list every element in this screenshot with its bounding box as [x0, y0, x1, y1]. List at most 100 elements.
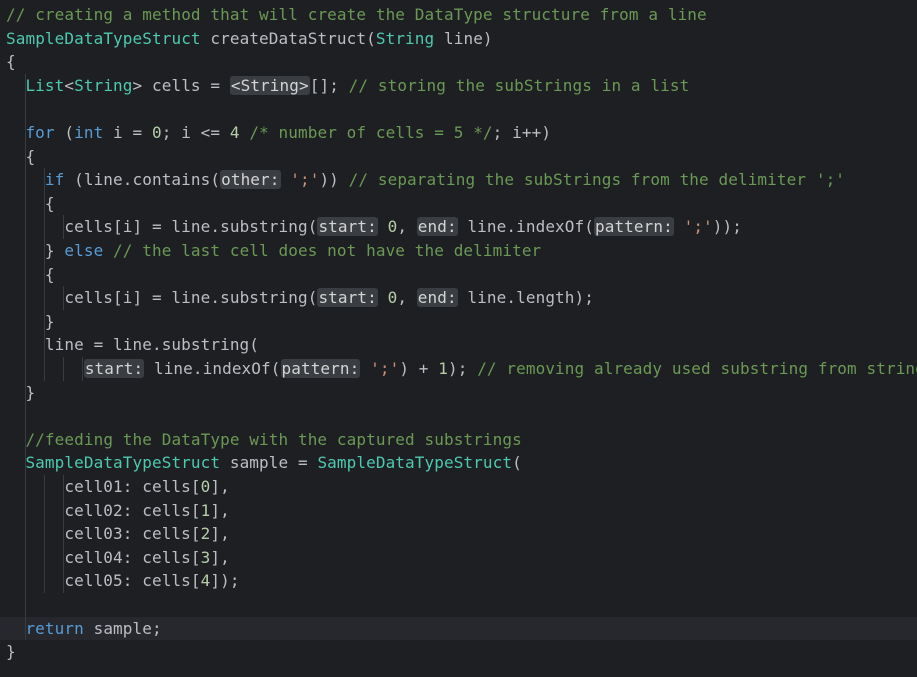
parameter-hint: start: — [317, 288, 378, 308]
code-token: //feeding the DataType with the captured… — [25, 429, 522, 449]
code-line[interactable]: for (int i = 0; i <= 4 /* number of cell… — [0, 121, 917, 145]
code-token: // storing the subStrings in a list — [348, 75, 690, 95]
indent-guide — [25, 97, 26, 121]
code-line[interactable]: cells[i] = line.substring(start: 0, end:… — [0, 215, 917, 239]
code-token: SampleDataTypeStruct — [317, 453, 513, 473]
indent-guide — [25, 522, 26, 546]
code-line[interactable]: start: line.indexOf(pattern: ';') + 1); … — [0, 357, 917, 381]
code-line[interactable]: { — [0, 191, 917, 216]
code-token: cell05: cells[ — [64, 571, 201, 591]
code-token: // removing already used substring from … — [477, 359, 917, 378]
code-text: cell03: cells[2], — [64, 522, 229, 546]
indent-guide — [25, 262, 26, 287]
code-token: { — [25, 146, 36, 166]
code-token: 0 — [387, 288, 398, 308]
parameter-hint: other: — [220, 170, 281, 190]
indent-guide — [25, 498, 26, 523]
indent-guide — [63, 357, 64, 381]
code-line[interactable]: //feeding the DataType with the captured… — [0, 427, 917, 452]
indent-guide — [25, 215, 26, 239]
code-line[interactable]: cell02: cells[1], — [0, 498, 917, 523]
indent-guide — [25, 475, 26, 499]
code-token: 4 — [200, 571, 211, 591]
code-editor[interactable]: // creating a method that will create th… — [0, 0, 917, 677]
indent-guide — [44, 498, 45, 523]
code-token: line.indexOf( — [457, 217, 594, 237]
code-line[interactable]: { — [0, 50, 917, 74]
code-line[interactable]: cell03: cells[2], — [0, 522, 917, 546]
code-token: cell03: cells[ — [64, 524, 201, 544]
code-text: } else // the last cell does not have th… — [45, 239, 541, 263]
parameter-hint: pattern: — [593, 217, 674, 237]
code-token: // separating the subStrings from the de… — [348, 170, 846, 190]
code-token: cell02: cells[ — [64, 500, 201, 520]
code-line[interactable]: // creating a method that will create th… — [0, 3, 917, 27]
code-token: , — [397, 288, 417, 308]
code-token: line.length); — [457, 288, 594, 308]
code-token: []; — [309, 75, 349, 95]
code-text: cell01: cells[0], — [64, 475, 229, 499]
code-line[interactable] — [0, 593, 917, 617]
code-token: 0 — [152, 123, 162, 142]
code-token: } — [44, 241, 65, 260]
code-text: cells[i] = line.substring(start: 0, end:… — [64, 215, 742, 239]
indent-guide — [44, 357, 45, 381]
code-token: { — [44, 264, 55, 284]
code-line[interactable]: List<String> cells = <String>[]; // stor… — [0, 73, 917, 98]
code-token: ]); — [210, 571, 240, 591]
code-line[interactable]: if (line.contains(other: ';')) // separa… — [0, 168, 917, 192]
code-text: start: line.indexOf(pattern: ';') + 1); … — [83, 357, 917, 381]
code-token: 4 — [229, 123, 240, 142]
code-text: // creating a method that will create th… — [6, 3, 707, 27]
code-token: ( — [54, 123, 75, 142]
code-token: ';' — [683, 217, 713, 237]
code-line[interactable] — [0, 97, 917, 121]
code-token: sample = — [220, 453, 318, 473]
code-text: List<String> cells = <String>[]; // stor… — [25, 74, 689, 98]
code-line[interactable]: } — [0, 380, 917, 405]
code-line[interactable]: return sample; — [0, 616, 917, 641]
code-line[interactable]: line = line.substring( — [0, 333, 917, 357]
indent-guide — [25, 191, 26, 216]
indent-guide — [25, 357, 26, 381]
code-line[interactable]: { — [0, 144, 917, 169]
parameter-hint: start: — [83, 359, 145, 378]
code-token: ); — [447, 359, 478, 378]
code-token: else — [64, 241, 104, 260]
code-token: int — [74, 123, 104, 142]
code-token: > cells = — [132, 75, 230, 95]
code-text: { — [45, 263, 55, 287]
code-line[interactable]: cells[i] = line.substring(start: 0, end:… — [0, 286, 917, 310]
code-line[interactable]: { — [0, 262, 917, 287]
code-line[interactable]: } — [0, 640, 917, 664]
code-token: String — [74, 75, 133, 95]
indent-guide — [25, 239, 26, 263]
code-line[interactable]: } else // the last cell does not have th… — [0, 239, 917, 263]
parameter-hint: start: — [317, 217, 378, 237]
code-line[interactable]: SampleDataTypeStruct sample = SampleData… — [0, 451, 917, 475]
code-token: 1 — [200, 500, 211, 520]
code-token: } — [6, 642, 16, 662]
code-token: < — [64, 75, 75, 95]
code-token: SampleDataTypeStruct — [25, 453, 221, 473]
code-line[interactable]: cell05: cells[4]); — [0, 569, 917, 593]
code-token: cell01: cells[ — [64, 477, 201, 496]
code-token: 1 — [438, 359, 448, 378]
code-line[interactable]: SampleDataTypeStruct createDataStruct(St… — [0, 27, 917, 51]
code-token: String — [375, 28, 435, 48]
code-text: } — [45, 310, 55, 334]
indent-guide — [25, 333, 26, 357]
code-line[interactable]: cell04: cells[3], — [0, 545, 917, 570]
code-line[interactable]: } — [0, 309, 917, 334]
code-text: cell05: cells[4]); — [64, 569, 239, 593]
code-text: } — [25, 381, 35, 405]
code-token: 2 — [200, 524, 211, 544]
indent-guide — [25, 286, 26, 310]
code-token: line = line.substring( — [44, 335, 260, 355]
code-line[interactable] — [0, 404, 917, 428]
parameter-hint: end: — [416, 217, 458, 237]
code-token: if — [44, 170, 65, 190]
code-line[interactable]: cell01: cells[0], — [0, 475, 917, 499]
